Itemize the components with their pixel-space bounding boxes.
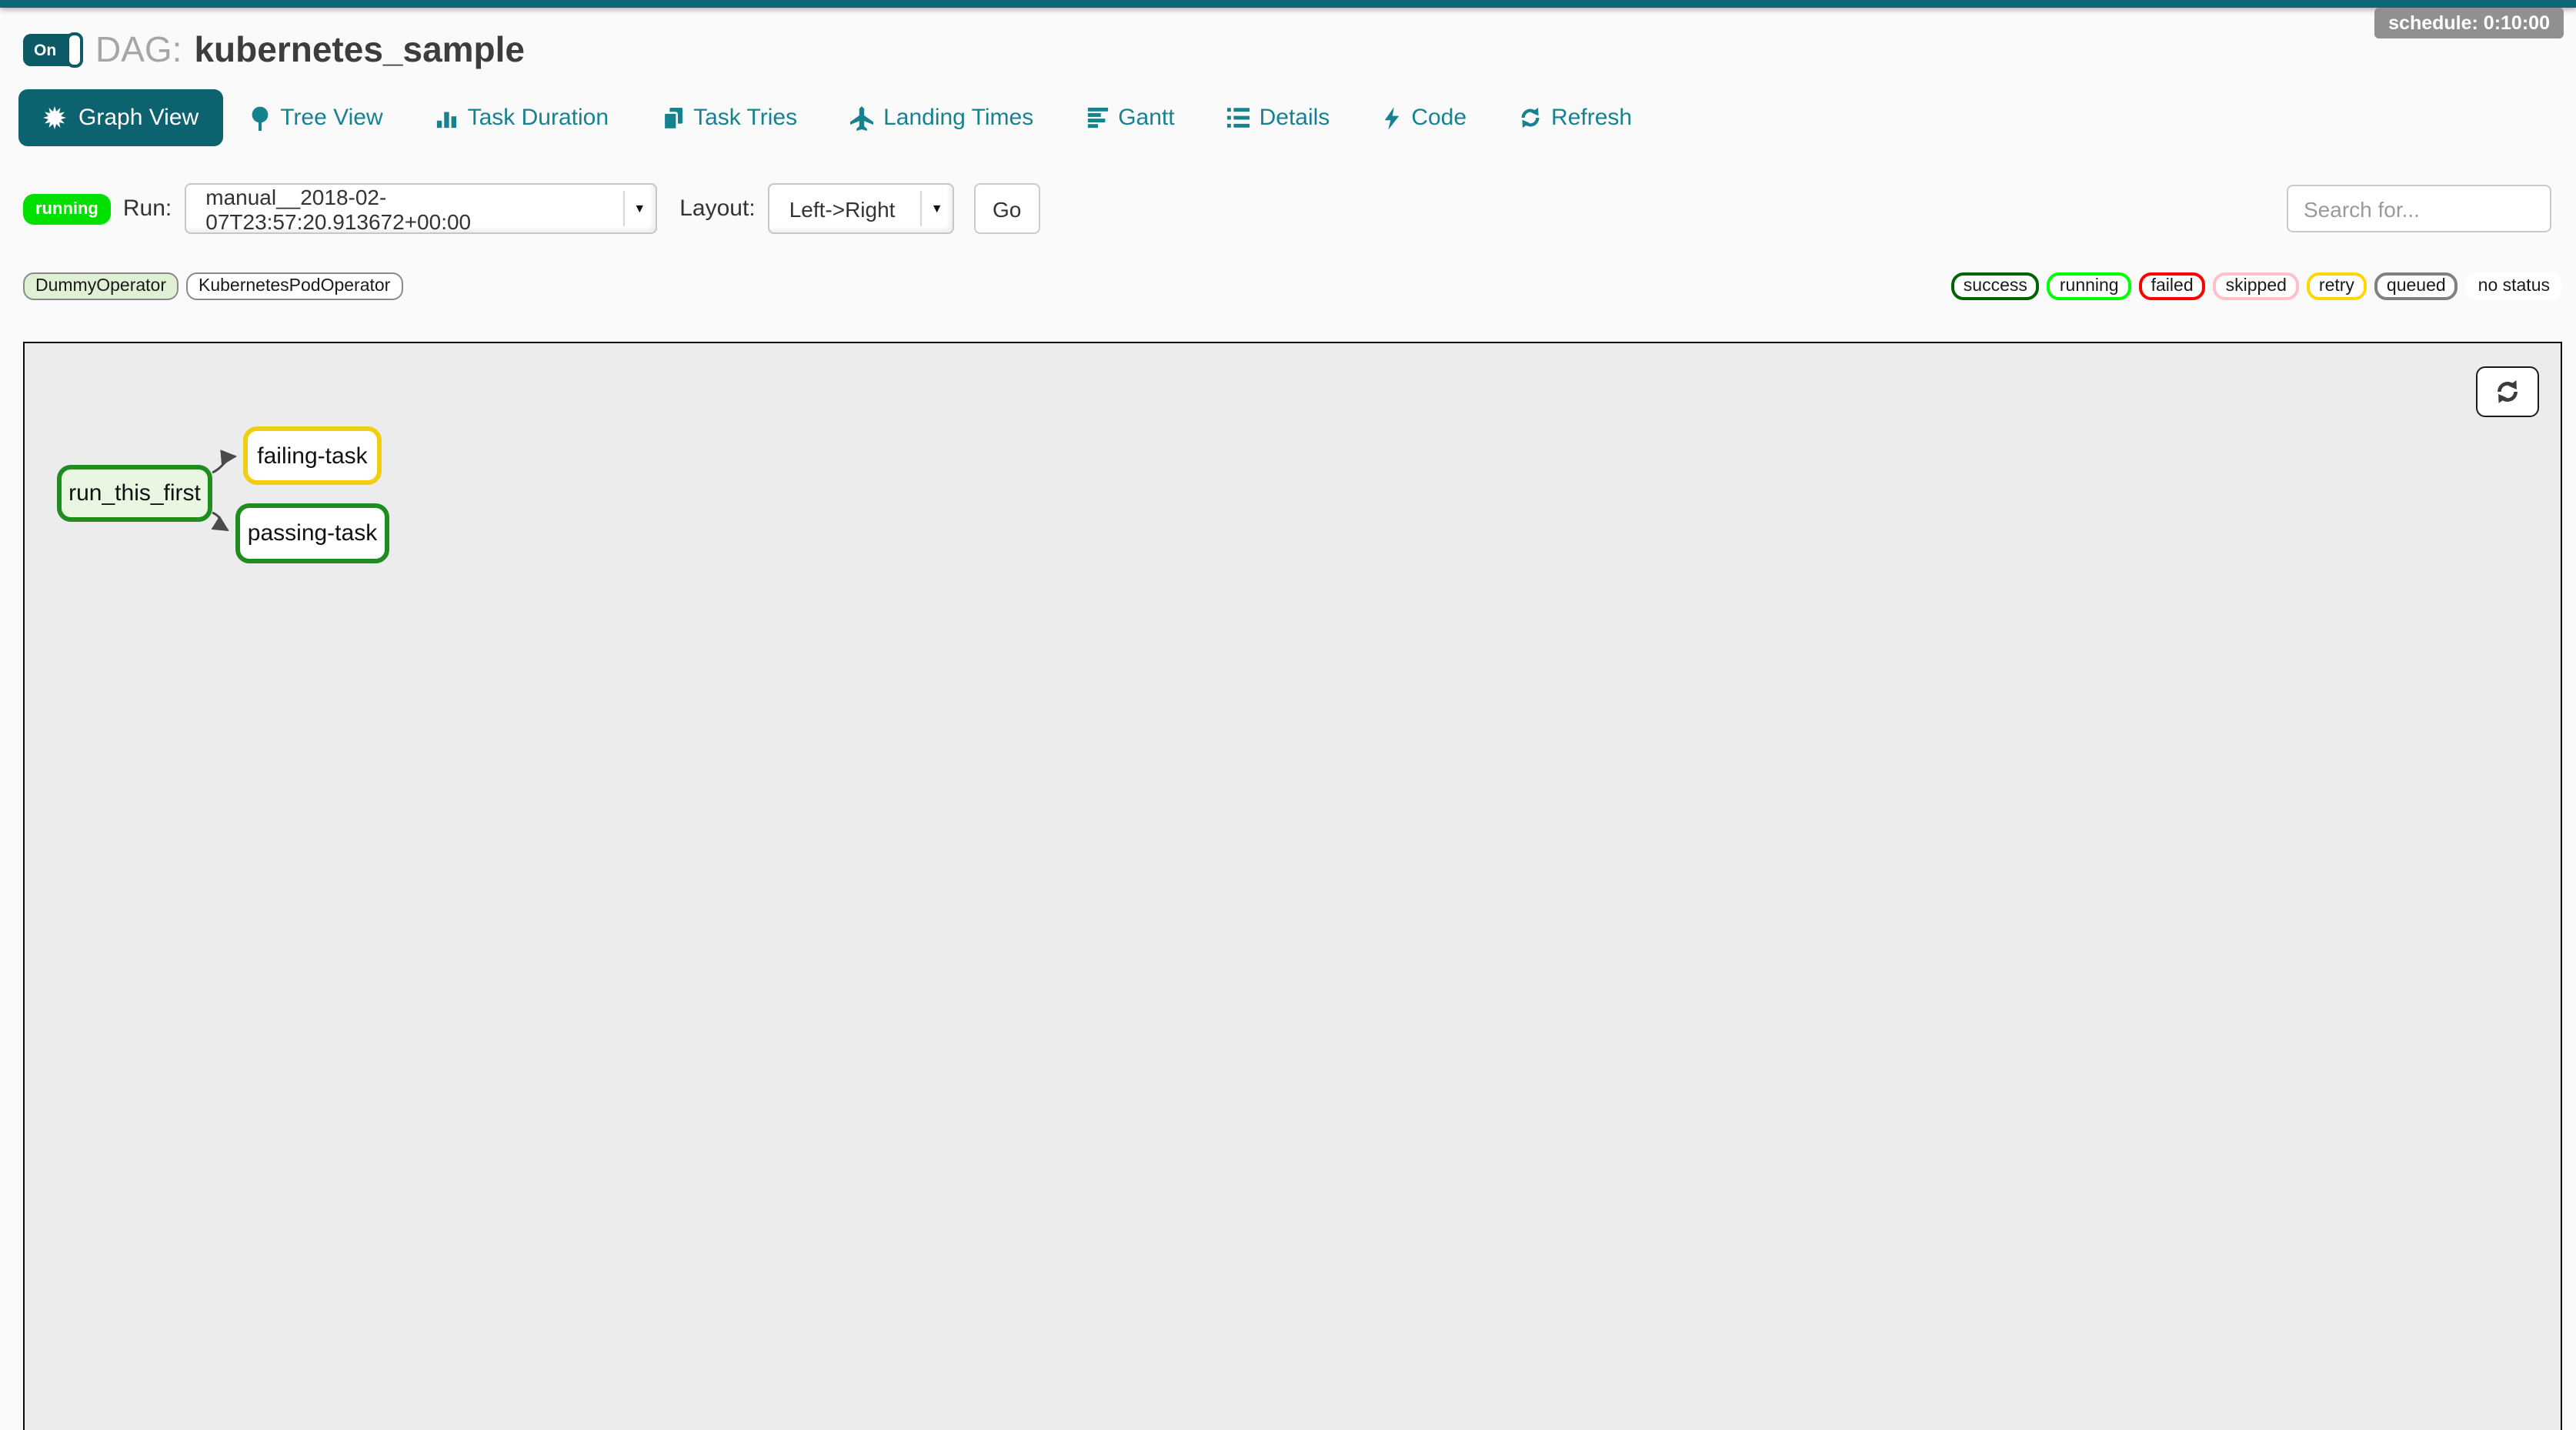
run-select-value: manual__2018-02-07T23:57:20.913672+00:00: [205, 184, 609, 233]
dag-pause-toggle[interactable]: On: [23, 34, 82, 66]
task-node-run-this-first[interactable]: run_this_first: [57, 465, 212, 522]
status-legend: success running failed skipped retry que…: [1951, 272, 2562, 300]
tab-details[interactable]: Details: [1201, 105, 1356, 131]
tab-label: Task Duration: [468, 105, 609, 131]
dag-run-status-badge: running: [23, 193, 111, 224]
tab-label: Refresh: [1551, 105, 1632, 131]
select-arrow-zone: ▼: [622, 191, 655, 226]
airflow-dag-page: schedule: 0:10:00 On DAG: kubernetes_sam…: [0, 0, 2576, 1430]
tree-icon: [249, 105, 271, 130]
task-node-passing-task[interactable]: passing-task: [235, 503, 389, 563]
operator-badge: KubernetesPodOperator: [186, 272, 402, 300]
chevron-down-icon: ▼: [633, 202, 646, 216]
tab-gantt[interactable]: Gantt: [1059, 105, 1200, 131]
run-select[interactable]: manual__2018-02-07T23:57:20.913672+00:00…: [184, 183, 656, 234]
refresh-icon: [1519, 106, 1542, 129]
bar-chart-icon: [435, 106, 459, 129]
status-badge-failed: failed: [2139, 272, 2206, 300]
layout-select-value: Left->Right: [789, 196, 896, 221]
tab-label: Task Tries: [693, 105, 797, 131]
operator-legend: DummyOperator KubernetesPodOperator: [23, 272, 402, 300]
bolt-icon: [1382, 105, 1402, 130]
dag-prefix-label: DAG:: [95, 29, 182, 71]
legend-row: DummyOperator KubernetesPodOperator succ…: [23, 272, 2562, 300]
tab-graph-view[interactable]: Graph View: [18, 89, 223, 146]
status-badge-success: success: [1951, 272, 2040, 300]
graph-canvas[interactable]: run_this_first failing-task passing-task: [23, 342, 2562, 1430]
search-input[interactable]: [2287, 185, 2551, 232]
tab-label: Tree View: [280, 105, 382, 131]
refresh-icon: [2494, 379, 2521, 405]
select-arrow-zone: ▼: [920, 191, 953, 226]
status-badge-running: running: [2047, 272, 2131, 300]
toggle-knob: [66, 32, 83, 68]
layout-select[interactable]: Left->Right ▼: [768, 183, 954, 234]
edge-run-to-passing: [212, 513, 228, 530]
tab-label: Code: [1411, 105, 1467, 131]
status-badge-no-status: no status: [2466, 272, 2562, 300]
page-title: DAG: kubernetes_sample: [95, 29, 525, 71]
tab-task-tries[interactable]: Task Tries: [635, 105, 823, 131]
chevron-down-icon: ▼: [931, 202, 943, 216]
edge-run-to-failing: [212, 456, 235, 473]
layout-label: Layout:: [679, 195, 755, 222]
toggle-on-label: On: [34, 41, 56, 59]
run-label: Run:: [123, 195, 172, 222]
tab-task-duration[interactable]: Task Duration: [409, 105, 635, 131]
list-icon: [1227, 106, 1250, 129]
run-controls-row: running Run: manual__2018-02-07T23:57:20…: [23, 183, 2553, 234]
status-badge-queued: queued: [2374, 272, 2458, 300]
tab-code[interactable]: Code: [1356, 105, 1493, 131]
top-navbar-strip: [0, 0, 2576, 8]
align-left-icon: [1086, 106, 1109, 129]
dag-edges: [25, 343, 2561, 1430]
status-badge-skipped: skipped: [2214, 272, 2299, 300]
dag-name: kubernetes_sample: [194, 29, 525, 71]
plane-icon: [849, 105, 874, 130]
tab-tree-view[interactable]: Tree View: [223, 105, 409, 131]
go-button[interactable]: Go: [974, 183, 1040, 234]
graph-refresh-button[interactable]: [2476, 366, 2539, 417]
tab-label: Details: [1260, 105, 1330, 131]
header-row: On DAG: kubernetes_sample: [23, 29, 2576, 71]
sunburst-icon: [43, 106, 66, 129]
tab-label: Landing Times: [883, 105, 1033, 131]
operator-badge: DummyOperator: [23, 272, 179, 300]
tab-refresh[interactable]: Refresh: [1493, 105, 1658, 131]
view-tabs: Graph View Tree View Task Duration Task …: [18, 89, 2576, 146]
status-badge-retry: retry: [2307, 272, 2367, 300]
schedule-badge: schedule: 0:10:00: [2374, 8, 2564, 38]
tab-label: Graph View: [78, 105, 199, 131]
task-node-failing-task[interactable]: failing-task: [243, 426, 382, 485]
tab-landing-times[interactable]: Landing Times: [823, 105, 1059, 131]
files-icon: [661, 105, 684, 130]
tab-label: Gantt: [1118, 105, 1174, 131]
